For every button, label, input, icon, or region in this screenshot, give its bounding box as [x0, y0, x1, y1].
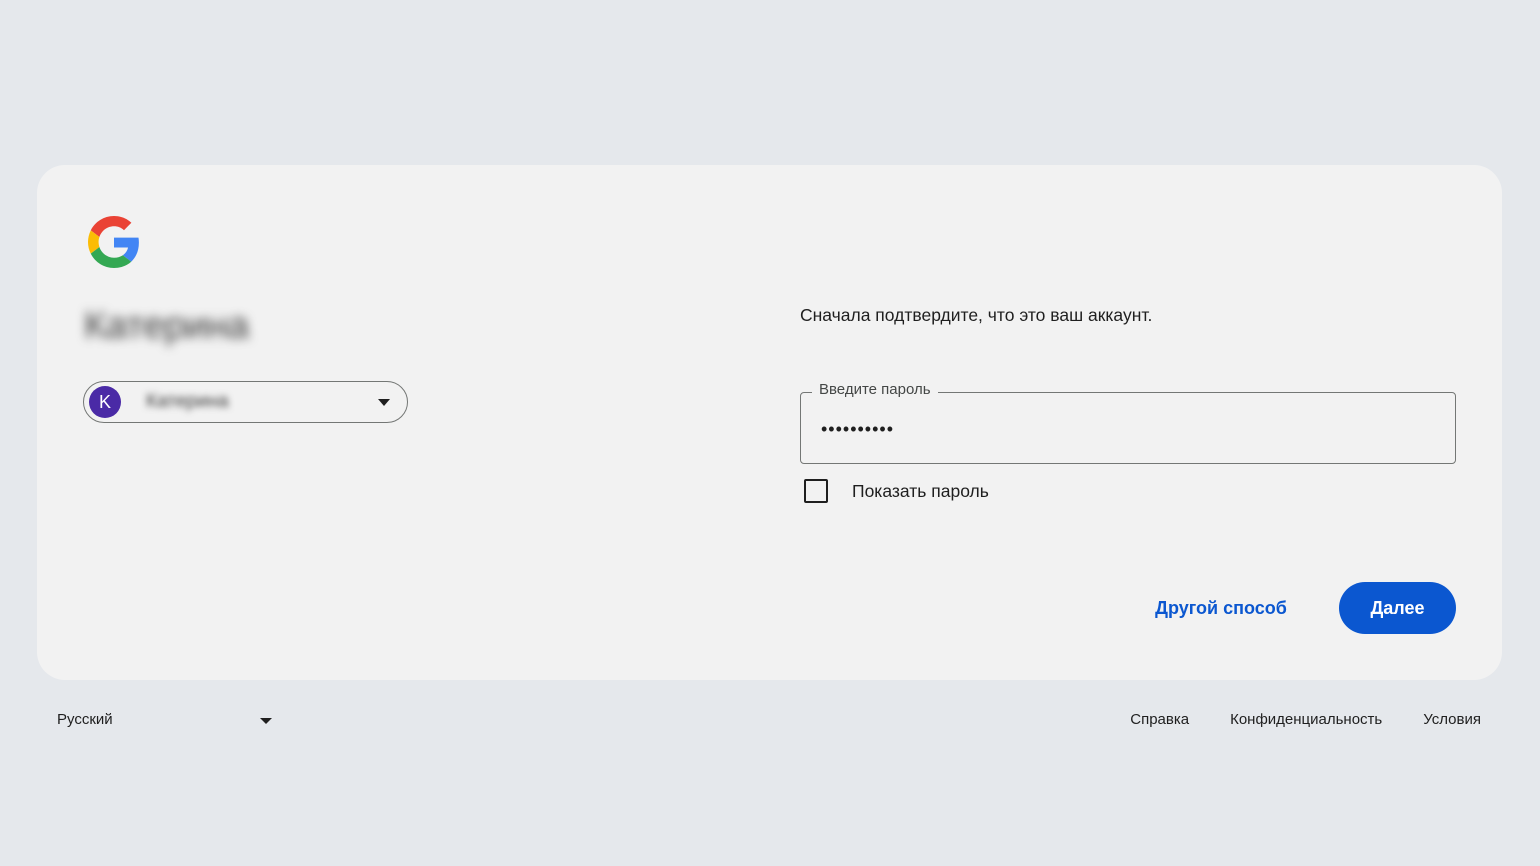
- show-password-toggle[interactable]: Показать пароль: [804, 478, 989, 504]
- password-input[interactable]: [821, 415, 1431, 443]
- privacy-link[interactable]: Конфиденциальность: [1230, 711, 1382, 728]
- help-link[interactable]: Справка: [1130, 711, 1189, 728]
- language-selector[interactable]: Русский: [57, 711, 277, 731]
- sign-in-card: Катерина K Катерина Сначала подтвердите,…: [37, 165, 1502, 680]
- account-chooser-button[interactable]: K Катерина: [83, 381, 408, 423]
- show-password-label: Показать пароль: [852, 480, 989, 501]
- password-field-label: Введите пароль: [812, 381, 938, 398]
- account-email: Катерина: [146, 391, 229, 412]
- password-field[interactable]: Введите пароль: [800, 381, 1456, 464]
- language-label: Русский: [57, 711, 113, 728]
- google-logo-icon: [88, 216, 139, 268]
- chevron-down-icon: [260, 718, 272, 724]
- checkbox-icon[interactable]: [804, 479, 828, 503]
- account-name-heading: Катерина: [84, 305, 250, 347]
- chevron-down-icon: [378, 399, 390, 406]
- verify-prompt: Сначала подтвердите, что это ваш аккаунт…: [800, 305, 1153, 325]
- footer-links: Справка Конфиденциальность Условия: [1089, 711, 1481, 728]
- try-another-way-button[interactable]: Другой способ: [1139, 582, 1303, 634]
- avatar: K: [89, 386, 121, 418]
- terms-link[interactable]: Условия: [1423, 711, 1481, 728]
- next-button[interactable]: Далее: [1339, 582, 1456, 634]
